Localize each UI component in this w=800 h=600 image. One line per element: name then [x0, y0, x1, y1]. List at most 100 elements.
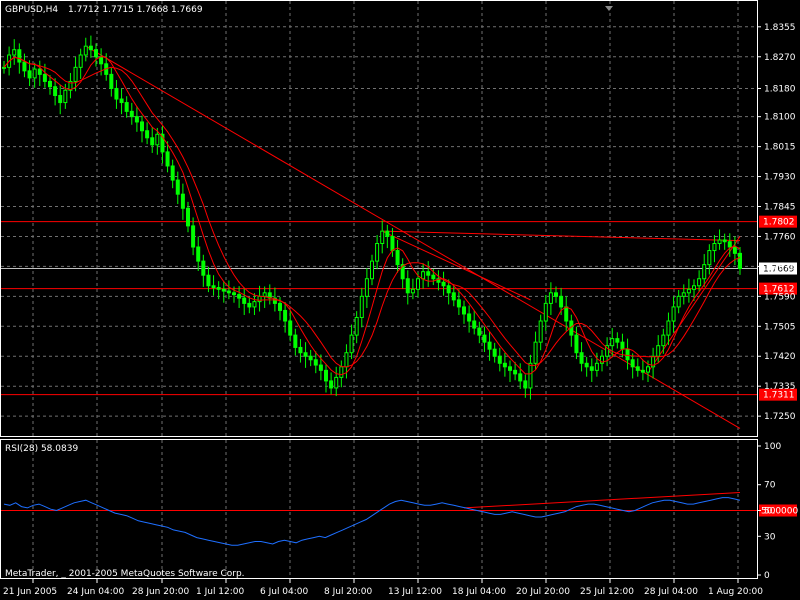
candle-body [359, 295, 364, 318]
candle-body [635, 366, 640, 371]
time-tick-label: 28 Jul 04:00 [644, 587, 698, 597]
candle-body [462, 306, 466, 315]
candle-body [646, 366, 650, 373]
price-tick-label: 1.7760 [764, 232, 796, 242]
candle-body [242, 297, 247, 304]
rsi-tick-label: 70 [764, 481, 776, 491]
moving-average-line [3, 56, 741, 368]
price-tick-label: 1.7930 [764, 173, 796, 183]
price-tick-label: 1.7335 [764, 382, 796, 392]
candle-body [145, 130, 150, 139]
candle-body [221, 288, 226, 292]
candle-body [405, 278, 410, 294]
candle-body [625, 348, 630, 361]
candle-body [426, 271, 431, 276]
candle-body [318, 364, 323, 371]
price-tick-label: 1.7590 [764, 292, 796, 302]
candle-body [518, 373, 523, 382]
candle-body [508, 366, 512, 371]
price-tick-label: 1.7675 [764, 262, 796, 272]
level-badge-label: 1.7802 [763, 218, 795, 228]
candle-body [523, 380, 528, 389]
price-tick-label: 1.8015 [764, 143, 796, 153]
candle-body [191, 225, 196, 248]
candle-body [354, 316, 359, 336]
candle-body [656, 345, 661, 357]
candle-body [640, 369, 645, 373]
candle-body [502, 362, 507, 368]
candle-body [298, 346, 303, 354]
candle-body [32, 68, 37, 79]
candle-body [395, 250, 400, 266]
candle-body [186, 207, 190, 227]
candle-body [313, 359, 318, 366]
candle-body [487, 341, 492, 350]
candle-body [339, 366, 344, 378]
rsi-line [3, 497, 741, 546]
price-tick-label: 1.8270 [764, 53, 796, 63]
candle-body [564, 306, 569, 322]
candle-body [431, 274, 436, 280]
rsi-tick-label: 50 [764, 507, 776, 517]
candle-body [12, 49, 17, 56]
candle-body [324, 369, 328, 382]
candle-body [211, 285, 216, 289]
rsi-series: 50.0000 [1, 491, 798, 546]
price-tick-label: 1.8180 [764, 84, 796, 94]
horizontal-levels: 1.78021.76121.73111.7669 [1, 215, 797, 401]
candle-body [257, 295, 262, 303]
candle-body [37, 68, 42, 75]
trend-line [647, 236, 741, 373]
candle-body [344, 352, 349, 368]
candle-body [456, 299, 461, 308]
candle-body [364, 278, 369, 297]
candle-body [681, 292, 686, 297]
candle-body [262, 292, 267, 297]
candle-body [610, 338, 615, 347]
candle-body [579, 352, 584, 364]
candle-body [334, 376, 339, 389]
candle-body [170, 165, 175, 181]
candle-body [134, 116, 139, 123]
candle-body [237, 294, 242, 299]
candle-body [738, 252, 742, 270]
chart-shift-marker-icon[interactable] [605, 6, 613, 11]
time-tick-label: 13 Jul 12:00 [388, 587, 442, 597]
rsi-tick-label: 0 [764, 571, 770, 581]
time-axis: 21 Jun 2005 24 Jun 04:00 28 Jun 20:00 1 Jul… [3, 578, 763, 597]
rsi-panel-frame [0, 439, 758, 579]
moving-average-line [3, 55, 741, 376]
candle-body [589, 366, 594, 371]
price-tick-label: 1.8100 [764, 113, 796, 123]
price-tick-label: 1.7250 [764, 412, 796, 422]
candle-body [165, 151, 170, 167]
candle-body [83, 45, 88, 56]
time-tick-label: 1 Aug 20:00 [708, 587, 763, 597]
candle-body [17, 49, 22, 63]
price-tick-label: 1.7420 [764, 352, 796, 362]
grid-lines [1, 1, 757, 578]
candle-body [671, 306, 676, 322]
candle-body [375, 242, 380, 262]
candle-body [42, 73, 47, 82]
candle-body [22, 61, 27, 72]
candle-body [349, 334, 354, 354]
candle-body [477, 327, 482, 336]
time-tick-label: 28 Jun 20:00 [132, 587, 189, 597]
candle-body [150, 137, 155, 146]
chart-canvas: 1.78021.76121.73111.7669 50.0000 1.8355 1… [0, 0, 798, 597]
time-tick-label: 24 Jun 04:00 [67, 587, 124, 597]
rsi-tick-label: 100 [764, 442, 781, 452]
copyright-text: MetaTrader, _ 2001-2005 MetaQuotes Softw… [5, 569, 245, 579]
candle-body [196, 246, 201, 262]
candle-body [620, 341, 625, 350]
candle-body [451, 292, 456, 301]
candle-body [467, 313, 472, 322]
candle-body [201, 260, 206, 276]
candle-body [421, 271, 426, 280]
candle-body [390, 235, 395, 252]
candle-body [594, 362, 599, 371]
price-tick-label: 1.8355 [764, 23, 796, 33]
candle-body [492, 348, 497, 357]
candle-body [528, 362, 533, 389]
